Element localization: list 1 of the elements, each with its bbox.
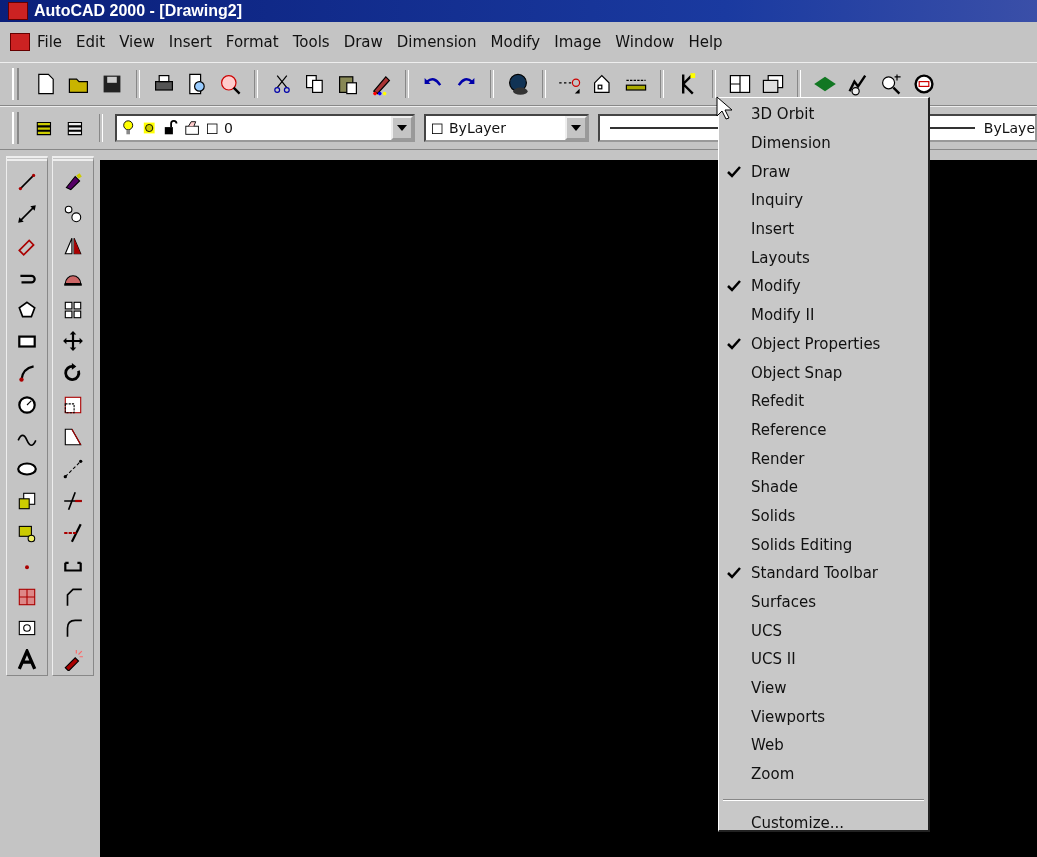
- window-title: AutoCAD 2000 - [Drawing2]: [34, 2, 243, 20]
